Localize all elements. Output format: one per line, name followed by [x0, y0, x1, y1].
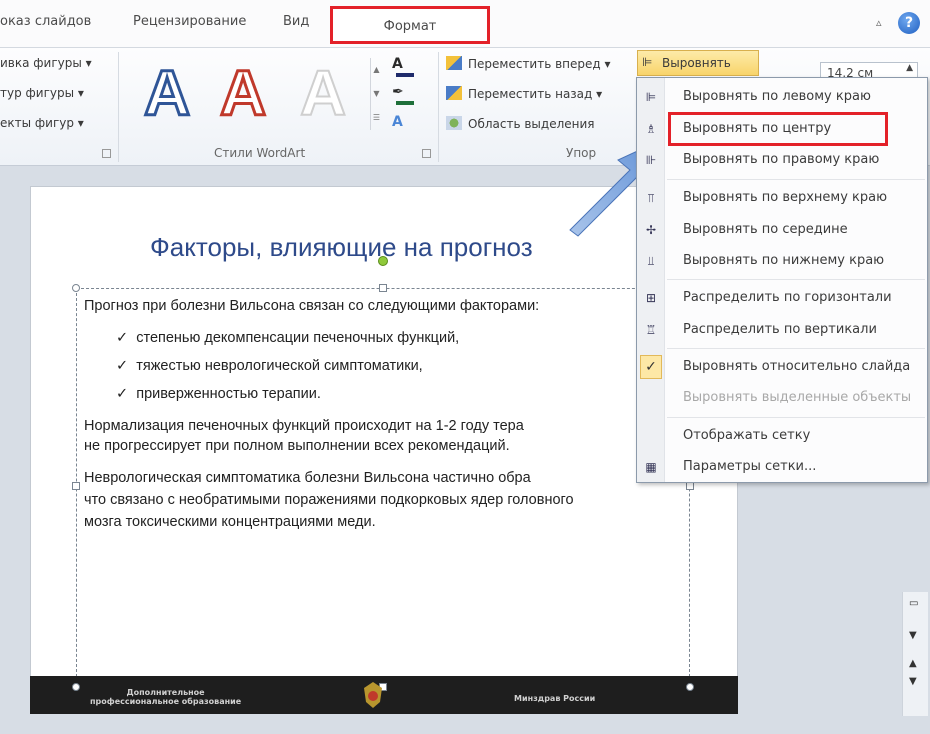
resize-handle-left[interactable]	[72, 482, 80, 490]
menu-separator	[667, 179, 925, 180]
tab-slideshow[interactable]: оказ слайдов	[0, 14, 91, 29]
menu-separator	[667, 279, 925, 280]
paragraph-3-line-3: мозга токсическими концентрациями меди.	[84, 514, 376, 530]
menu-item-align-to-slide[interactable]: ✓ Выровнять относительно слайда	[637, 352, 927, 382]
bullet-item: ✓ степенью декомпенсации печеночных функ…	[116, 330, 460, 346]
resize-handle-top[interactable]	[379, 284, 387, 292]
menu-item-grid-settings[interactable]: ▦ Параметры сетки...	[637, 452, 927, 482]
shape-styles-launcher-icon[interactable]	[102, 149, 111, 158]
menu-item-align-selected: Выровнять выделенные объекты	[683, 390, 912, 405]
wordart-gallery-scroll[interactable]: ▲ ▼ ☰	[370, 58, 382, 130]
group-divider	[438, 52, 439, 162]
footer-right-text: Минздрав России	[514, 694, 596, 703]
align-bottom-icon: ⫫	[647, 254, 655, 268]
bullet-item: ✓ приверженностью терапии.	[116, 386, 321, 402]
vertical-scrollbar[interactable]: ▭ ▼ ▲ ▼	[902, 592, 928, 716]
align-middle-icon: ✢	[645, 223, 657, 237]
shape-outline-button[interactable]: тур фигуры ▾	[0, 86, 84, 100]
menu-separator	[667, 417, 925, 418]
highlight-frame	[668, 112, 888, 146]
wordart-style-blue[interactable]: A	[142, 57, 191, 130]
menu-item-distribute-horizontal[interactable]: ⊞ Распределить по горизонтали	[637, 283, 927, 313]
scroll-down-icon[interactable]: ▼	[371, 82, 382, 106]
send-backward-button[interactable]: Переместить назад ▾	[446, 86, 602, 101]
minimize-ribbon-icon[interactable]: ▵	[876, 17, 886, 28]
bring-forward-icon	[446, 56, 462, 70]
previous-slide-icon[interactable]: ▲	[909, 658, 917, 669]
rotation-handle[interactable]	[378, 256, 388, 266]
selection-pane-label: Область выделения	[468, 117, 595, 131]
expand-gallery-icon[interactable]: ☰	[371, 106, 382, 130]
bullet-item: ✓ тяжестью неврологической симптоматики,	[116, 358, 423, 374]
wordart-style-red[interactable]: A	[218, 57, 267, 130]
tab-review[interactable]: Рецензирование	[133, 14, 246, 29]
text-effects-icon: A	[392, 114, 403, 130]
slide-title[interactable]: Факторы, влияющие на прогноз	[150, 232, 533, 263]
text-fill-icon: A	[392, 56, 403, 72]
wordart-group-label: Стили WordArt	[214, 146, 306, 160]
emblem-icon	[364, 682, 382, 708]
menu-item-align-right[interactable]: ⊪ Выровнять по правому краю	[637, 145, 927, 175]
bring-forward-button[interactable]: Переместить вперед ▾	[446, 56, 611, 71]
text-outline-color-bar	[396, 101, 414, 105]
resize-handle-bottom-right[interactable]	[686, 683, 694, 691]
selection-pane-button[interactable]: Область выделения	[446, 116, 595, 131]
spin-up-icon[interactable]: ▲	[906, 63, 913, 73]
align-icon: ⊫	[642, 55, 653, 69]
text-fill-button[interactable]: A	[392, 56, 422, 78]
align-left-icon: ⊫	[645, 90, 657, 104]
tab-view[interactable]: Вид	[283, 14, 309, 29]
paragraph-2-line-1: Нормализация печеночных функций происход…	[84, 418, 524, 434]
text-effects-button[interactable]: A	[392, 114, 422, 136]
footer-left-text: Дополнительное профессиональное образова…	[90, 688, 242, 706]
shape-fill-button[interactable]: ивка фигуры ▾	[0, 56, 92, 70]
scroll-down-icon[interactable]: ▼	[909, 630, 917, 641]
send-backward-label: Переместить назад	[468, 87, 593, 101]
menu-item-align-middle[interactable]: ✢ Выровнять по середине	[637, 215, 927, 245]
paragraph-3-line-2: что связано с необратимыми поражениями п…	[84, 492, 574, 508]
menu-item-show-grid[interactable]: Отображать сетку	[637, 421, 927, 451]
text-outline-button[interactable]: ✒	[392, 84, 422, 106]
intro-text: Прогноз при болезни Вильсона связан со с…	[84, 298, 540, 314]
shape-effects-button[interactable]: екты фигур ▾	[0, 116, 84, 130]
scroll-thumb-icon[interactable]: ▭	[909, 598, 918, 609]
resize-handle-right[interactable]	[686, 482, 694, 490]
menu-separator	[667, 348, 925, 349]
scroll-up-icon[interactable]: ▲	[371, 58, 382, 82]
paragraph-3-line-1: Неврологическая симптоматика болезни Вил…	[84, 470, 531, 486]
selection-pane-icon	[446, 116, 462, 130]
wordart-gallery[interactable]: A A A	[124, 54, 374, 138]
check-icon: ✓	[640, 355, 662, 379]
resize-handle-bottom-left[interactable]	[72, 683, 80, 691]
send-backward-icon	[446, 86, 462, 100]
wordart-style-gray[interactable]: A	[299, 57, 347, 129]
menu-item-align-top[interactable]: ⫪ Выровнять по верхнему краю	[637, 183, 927, 213]
menu-item-distribute-vertical[interactable]: ♖ Распределить по вертикали	[637, 315, 927, 345]
align-button-label: Выровнять	[662, 56, 731, 70]
menu-item-align-bottom[interactable]: ⫫ Выровнять по нижнему краю	[637, 246, 927, 276]
bring-forward-label: Переместить вперед	[468, 57, 601, 71]
resize-handle-top-left[interactable]	[72, 284, 80, 292]
text-outline-icon: ✒	[392, 84, 404, 100]
tab-format[interactable]: Формат	[330, 6, 490, 44]
distribute-vertical-icon: ♖	[645, 323, 657, 337]
menu-item-align-left[interactable]: ⊫ Выровнять по левому краю	[637, 82, 927, 112]
wordart-launcher-icon[interactable]	[422, 149, 431, 158]
ribbon-tab-bar: оказ слайдов Рецензирование Вид Формат ▵…	[0, 0, 930, 48]
distribute-horizontal-icon: ⊞	[645, 291, 657, 305]
align-dropdown-button[interactable]: ⊫ Выровнять	[637, 50, 759, 76]
align-center-icon: ♗	[645, 122, 657, 136]
grid-icon: ▦	[645, 460, 657, 474]
next-slide-icon[interactable]: ▼	[909, 676, 917, 687]
align-top-icon: ⫪	[647, 191, 655, 205]
paragraph-2-line-2: не прогрессирует при полном выполнении в…	[84, 438, 510, 454]
group-divider	[118, 52, 119, 162]
text-fill-color-bar	[396, 73, 414, 77]
help-icon[interactable]: ?	[898, 12, 920, 34]
align-right-icon: ⊪	[645, 153, 657, 167]
tab-format-label: Формат	[383, 19, 437, 34]
